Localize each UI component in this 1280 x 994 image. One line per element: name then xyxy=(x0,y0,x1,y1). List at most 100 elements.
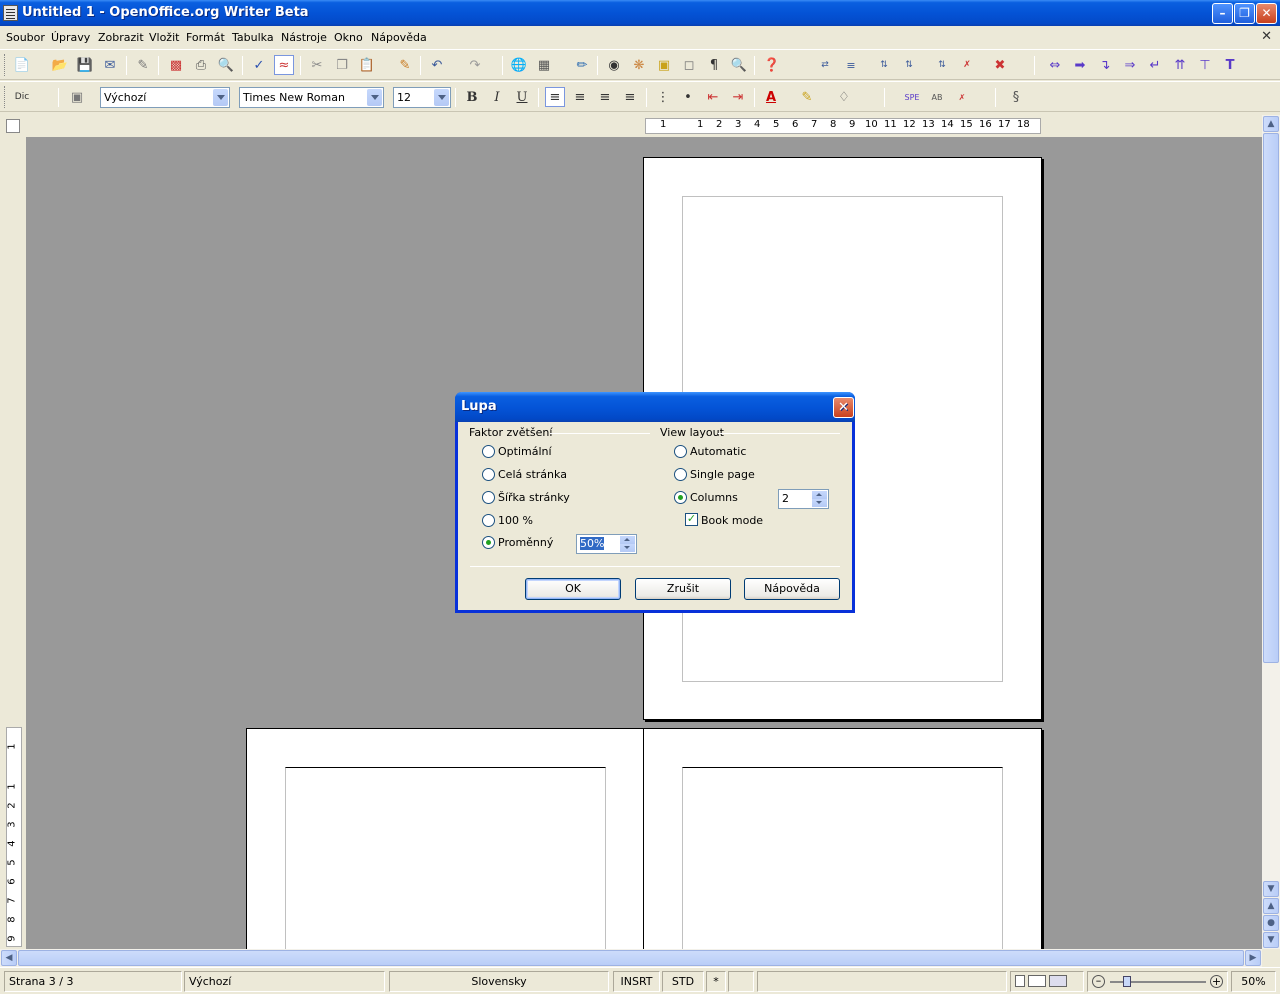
page-text-area[interactable] xyxy=(682,767,1003,949)
hangul-hanja-icon[interactable]: ⇅ xyxy=(899,55,919,75)
tab-type-icon[interactable] xyxy=(6,119,20,133)
toolbar-grip[interactable] xyxy=(4,86,7,108)
arrow-double-right-icon[interactable]: ⇒ xyxy=(1120,55,1140,75)
document-modified-indicator[interactable]: * xyxy=(706,971,726,992)
paragraph-style-select[interactable]: Výchozí xyxy=(100,87,230,108)
radio-page-width-label[interactable]: Šířka stránky xyxy=(498,491,570,504)
bullets-icon[interactable]: • xyxy=(678,87,698,107)
styles-formatting-icon[interactable]: ▣ xyxy=(67,87,87,107)
highlighting-icon[interactable]: ✎ xyxy=(797,87,817,107)
radio-columns-label[interactable]: Columns xyxy=(690,491,738,504)
bold-icon[interactable]: B xyxy=(462,87,482,107)
copy-icon[interactable]: ❐ xyxy=(332,55,352,75)
hyperlink-icon[interactable]: 🌐 xyxy=(509,55,529,75)
arrow-split-icon[interactable]: ⇈ xyxy=(1170,55,1190,75)
variable-zoom-stepper[interactable]: 50% xyxy=(576,534,637,554)
underline-icon[interactable]: U xyxy=(512,87,532,107)
arrow-both-icon[interactable]: ⇔ xyxy=(1045,55,1065,75)
align-center-icon[interactable]: ≡ xyxy=(570,87,590,107)
transliterate-icon[interactable]: ⇅ xyxy=(874,55,894,75)
background-color-icon[interactable]: ♢ xyxy=(834,87,854,107)
radio-columns[interactable] xyxy=(674,491,687,504)
chevron-down-icon[interactable] xyxy=(213,89,228,106)
scroll-left-icon[interactable]: ◀ xyxy=(1,950,17,966)
menu-tabulka[interactable]: Tabulka xyxy=(232,31,274,44)
zoom-icon[interactable]: 🔍 xyxy=(729,55,749,75)
scroll-up-icon[interactable]: ▲ xyxy=(1263,116,1279,132)
language-indicator[interactable]: Slovensky xyxy=(389,971,609,992)
font-name-select[interactable]: Times New Roman xyxy=(239,87,384,108)
font-size-select[interactable]: 12 xyxy=(393,87,451,108)
cut-icon[interactable]: ✂ xyxy=(307,55,327,75)
page-indicator[interactable]: Strana 3 / 3 xyxy=(4,971,182,992)
navigator-icon[interactable]: ❋ xyxy=(629,55,649,75)
close-document-icon[interactable]: ✕ xyxy=(1261,29,1272,44)
radio-variable[interactable] xyxy=(482,536,495,549)
vertical-scroll-thumb[interactable] xyxy=(1263,133,1279,663)
text-t-icon[interactable]: ⊤ xyxy=(1195,55,1215,75)
ok-button[interactable]: OK xyxy=(525,578,621,600)
spelling-icon[interactable]: SPE xyxy=(902,87,922,107)
menu-nastroje[interactable]: Nástroje xyxy=(281,31,327,44)
horizontal-scrollbar[interactable]: ◀ ▶ xyxy=(0,949,1262,967)
page-3[interactable] xyxy=(643,728,1042,949)
data-sources-icon[interactable]: ◻ xyxy=(679,55,699,75)
spellcheck-icon[interactable]: ✓ xyxy=(249,55,269,75)
dialog-title-bar[interactable]: Lupa ✕ xyxy=(455,392,855,422)
zoom-slider[interactable]: – + xyxy=(1087,971,1228,992)
remove-conversion-icon[interactable]: ✗ xyxy=(957,55,977,75)
strike-icon[interactable]: ✗ xyxy=(952,87,972,107)
page-text-area[interactable] xyxy=(285,767,606,949)
dialog-close-icon[interactable]: ✕ xyxy=(833,397,854,418)
multi-page-view-icon[interactable] xyxy=(1028,975,1046,987)
menu-zobrazit[interactable]: Zobrazit xyxy=(98,31,144,44)
columns-stepper[interactable]: 2 xyxy=(778,489,829,509)
menu-format[interactable]: Formát xyxy=(186,31,225,44)
stepper-up-icon[interactable] xyxy=(812,491,827,499)
book-view-icon[interactable] xyxy=(1049,975,1067,987)
navigation-icon[interactable]: ● xyxy=(1263,915,1279,931)
show-draw-functions-icon[interactable]: ✏ xyxy=(572,55,592,75)
paste-icon[interactable]: 📋 xyxy=(357,55,377,75)
help-icon[interactable]: ❓ xyxy=(762,55,782,75)
menu-okno[interactable]: Okno xyxy=(334,31,363,44)
view-layout-field[interactable] xyxy=(1010,971,1084,992)
ruby-icon[interactable]: § xyxy=(1006,87,1026,107)
case-icon[interactable]: AB xyxy=(927,87,947,107)
previous-page-icon[interactable]: ▲ xyxy=(1263,898,1279,914)
radio-automatic-label[interactable]: Automatic xyxy=(690,445,746,458)
edit-file-icon[interactable]: ✎ xyxy=(133,55,153,75)
selection-mode-indicator[interactable]: STD xyxy=(662,971,704,992)
find-replace-icon[interactable]: ◉ xyxy=(604,55,624,75)
help-button[interactable]: Nápověda xyxy=(744,578,840,600)
radio-single-page-label[interactable]: Single page xyxy=(690,468,755,481)
export-pdf-icon[interactable]: ▩ xyxy=(166,55,186,75)
vertical-scrollbar[interactable]: ▲ ▼ ▲ ● ▼ xyxy=(1262,115,1280,949)
chevron-down-icon[interactable] xyxy=(367,89,382,106)
numbering-icon[interactable]: ⋮ xyxy=(653,87,673,107)
stepper-up-icon[interactable] xyxy=(620,536,635,544)
radio-page-width[interactable] xyxy=(482,491,495,504)
save-icon[interactable]: 💾 xyxy=(75,55,95,75)
formatting-marks-icon[interactable]: ¶ xyxy=(704,55,724,75)
gallery-icon[interactable]: ▣ xyxy=(654,55,674,75)
align-right-icon[interactable]: ≡ xyxy=(595,87,615,107)
open-icon[interactable]: 📂 xyxy=(50,55,70,75)
zoom-in-icon[interactable]: + xyxy=(1210,975,1223,988)
zoom-out-icon[interactable]: – xyxy=(1092,975,1105,988)
title-bar[interactable]: Untitled 1 - OpenOffice.org Writer Beta … xyxy=(0,0,1280,26)
variable-zoom-value[interactable]: 50% xyxy=(580,537,605,550)
zoom-slider-thumb[interactable] xyxy=(1123,976,1131,987)
new-document-icon[interactable]: 📄 xyxy=(12,55,32,75)
stepper-down-icon[interactable] xyxy=(812,499,827,507)
next-page-icon[interactable]: ▼ xyxy=(1263,932,1279,948)
vertical-ruler-strip[interactable] xyxy=(6,727,22,947)
font-color-icon[interactable]: A xyxy=(761,87,781,107)
zoom-percent-indicator[interactable]: 50% xyxy=(1231,971,1276,992)
email-icon[interactable]: ✉ xyxy=(100,55,120,75)
restore-button[interactable]: ❐ xyxy=(1234,3,1255,24)
decrease-indent-icon[interactable]: ⇤ xyxy=(703,87,723,107)
minimize-button[interactable]: – xyxy=(1212,3,1233,24)
page-style-indicator[interactable]: Výchozí xyxy=(184,971,385,992)
text-bold-t-icon[interactable]: T xyxy=(1220,55,1240,75)
